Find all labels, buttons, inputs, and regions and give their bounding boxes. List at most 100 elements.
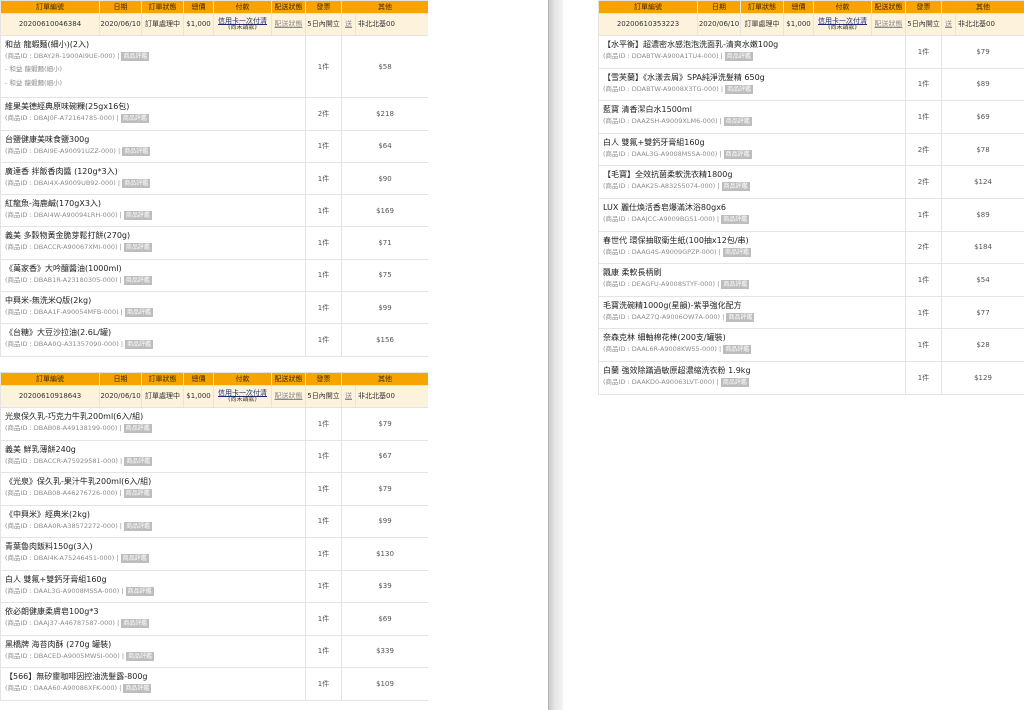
review-button[interactable]: 商品評鑑 — [723, 345, 752, 355]
send-link[interactable]: 送 — [945, 20, 952, 28]
review-button[interactable]: 商品評鑑 — [120, 554, 149, 563]
review-button[interactable]: 商品評鑑 — [723, 149, 752, 159]
shipping-status-link[interactable]: 配送狀態 — [875, 20, 903, 28]
product-name[interactable]: 台鹽健康美味食鹽300g — [5, 134, 301, 146]
review-button[interactable]: 商品評鑑 — [124, 308, 153, 318]
product-name[interactable]: 和益 龍蝦麵(細小)(2入) — [5, 39, 301, 51]
product-meta: (商品ID : DDABTW-A900A1TU4-000) | 商品評鑑 — [603, 51, 901, 62]
product-name[interactable]: 【毛寶】全效抗菌柔軟洗衣精1800g — [603, 169, 901, 181]
item-price: $99 — [341, 291, 428, 325]
product-name[interactable]: 藍寶 清香潔白水1500ml — [603, 104, 901, 116]
shipping-status-link[interactable]: 配送狀態 — [275, 392, 303, 400]
order-id[interactable]: 20200610918643 — [0, 385, 100, 408]
review-button[interactable]: 商品評鑑 — [123, 243, 152, 253]
product-name[interactable]: 《萬家香》大吟釀醬油(1000ml) — [5, 263, 301, 275]
column-header: 日期 — [697, 0, 741, 14]
order-item-row: 光泉保久乳-巧克力牛乳200ml(6入/組) (商品ID : DBAB08-A49… — [0, 407, 428, 441]
product-name[interactable]: 義美 多穀物黃金脆芽鬆打餅(270g) — [5, 230, 301, 242]
table-header-row: 訂單編號 日期 訂單狀態 總價 付款 配送狀態 發票 其他 — [598, 0, 1024, 14]
product-name[interactable]: 飄康 柔軟長柄刷 — [603, 267, 901, 279]
product-name[interactable]: 《光泉》保久乳-果汁牛乳200ml(6入/組) — [5, 476, 301, 488]
product-name[interactable]: 【水平衡】超濃密水感泡泡洗面乳-清爽水嫩100g — [603, 39, 901, 51]
item-quantity: 1件 — [305, 323, 342, 357]
right-page: 訂單編號 日期 訂單狀態 總價 付款 配送狀態 發票 其他 20200610353223 2020… — [598, 0, 1024, 400]
column-header: 配送狀態 — [871, 0, 906, 14]
column-header: 發票 — [305, 0, 342, 14]
review-button[interactable]: 商品評鑑 — [720, 377, 749, 387]
review-button[interactable]: 商品評鑑 — [724, 52, 753, 61]
review-button[interactable]: 商品評鑑 — [722, 247, 751, 257]
column-header: 其他 — [341, 0, 428, 14]
order-total: $1,000 — [183, 13, 214, 36]
product-id: (商品ID : DAAJCC-A9009BGS1-000) | — [603, 214, 720, 223]
review-button[interactable]: 商品評鑑 — [122, 146, 151, 156]
product-name[interactable]: 黑橋牌 海苔肉酥 (270g 罐裝) — [5, 639, 301, 651]
review-button[interactable]: 商品評鑑 — [123, 275, 152, 285]
product-meta: (商品ID : DBAI4K-A75246451-000) | 商品評鑑 — [5, 553, 301, 564]
product-name[interactable]: 《中興米》經典米(2kg) — [5, 509, 301, 521]
review-button[interactable]: 商品評鑑 — [725, 84, 754, 94]
column-header: 總價 — [783, 0, 814, 14]
review-button[interactable]: 商品評鑑 — [124, 456, 153, 466]
review-button[interactable]: 商品評鑑 — [124, 521, 153, 531]
review-button[interactable]: 商品評鑑 — [123, 684, 152, 693]
product-meta: (商品ID : DBAB08-A46276726-000) | 商品評鑑 — [5, 488, 301, 499]
send-link[interactable]: 送 — [345, 20, 352, 28]
product-meta: (商品ID : DAAZSH-A9009XLM6-000) | 商品評鑑 — [603, 116, 901, 127]
review-button[interactable]: 商品評鑑 — [721, 280, 750, 290]
review-button[interactable]: 商品評鑑 — [123, 424, 152, 433]
order-id[interactable]: 20200610353223 — [598, 13, 698, 36]
item-price: $58 — [341, 34, 428, 99]
product-name[interactable]: 【雪芙蘭】《水漾去屑》SPA純淨洗髮精 650g — [603, 72, 901, 84]
item-price: $71 — [341, 226, 428, 260]
product-name[interactable]: 依必朗健康柔膚皂100g*3 — [5, 606, 301, 618]
review-button[interactable]: 商品評鑑 — [120, 114, 149, 124]
review-button[interactable]: 商品評鑑 — [121, 619, 150, 628]
item-price: $54 — [941, 263, 1024, 297]
item-price: $79 — [341, 472, 428, 506]
review-button[interactable]: 商品評鑑 — [723, 117, 752, 127]
product-name[interactable]: 白人 雙氟+雙鈣牙膏組160g — [603, 137, 901, 149]
product-name[interactable]: LUX 麗仕煥活香皂爆滿沐浴80gx6 — [603, 202, 901, 214]
order-table: 訂單編號 日期 訂單狀態 總價 付款 配送狀態 發票 其他 20200610353223 2020… — [598, 0, 1024, 395]
product-name[interactable]: 【566】無矽靈咖啡因控油洗髮露-800g — [5, 671, 301, 683]
item-quantity: 1件 — [305, 194, 342, 228]
product-name[interactable]: 《台糖》大豆沙拉油(2.6L/罐) — [5, 327, 301, 339]
product-meta: (商品ID : DBACCR-A75929581-000) | 商品評鑑 — [5, 456, 301, 467]
review-button[interactable]: 商品評鑑 — [125, 340, 154, 350]
review-button[interactable]: 商品評鑑 — [121, 52, 150, 61]
review-button[interactable]: 商品評鑑 — [123, 211, 152, 221]
product-name[interactable]: 白人 雙氟+雙鈣牙膏組160g — [5, 574, 301, 586]
order-item-row: 《光泉》保久乳-果汁牛乳200ml(6入/組) (商品ID : DBAB08-A4… — [0, 472, 428, 506]
product-name[interactable]: 廣達香 拌飯香肉醬 (120g*3入) — [5, 166, 301, 178]
invoice-status: 5日內開立 — [305, 385, 342, 408]
shipping-status-link[interactable]: 配送狀態 — [275, 20, 303, 28]
review-button[interactable]: 商品評鑑 — [126, 651, 155, 661]
review-button[interactable]: 商品評鑑 — [726, 312, 755, 322]
product-name[interactable]: 青葉魯肉飯料150g(3入) — [5, 541, 301, 553]
product-name[interactable]: 春世代 環保抽取衛生紙(100抽x12包/串) — [603, 235, 901, 247]
product-name[interactable]: 維果美德經典原味碗粿(25gx16包) — [5, 101, 301, 113]
product-name[interactable]: 義美 鮮乳薄餅240g — [5, 444, 301, 456]
review-button[interactable]: 商品評鑑 — [721, 214, 750, 224]
order-id[interactable]: 20200610046384 — [0, 13, 100, 36]
order-item-row: 毛寶洗碗精1000g(星韻)-紫爭強化配方 (商品ID : DAAZ7Q-A900… — [598, 295, 1024, 330]
product-name[interactable]: 紅龍魚-海鹿鹹(170gX3入) — [5, 198, 301, 210]
review-button[interactable]: 商品評鑑 — [125, 586, 154, 596]
product-name[interactable]: 光泉保久乳-巧克力牛乳200ml(6入/組) — [5, 411, 301, 423]
send-link[interactable]: 送 — [345, 392, 352, 400]
item-quantity: 1件 — [905, 263, 942, 297]
product-name[interactable]: 白蘭 強效除蹣過敏原超濃縮洗衣粉 1.9kg — [603, 365, 901, 377]
product-name[interactable]: 中興米-無洗米Q版(2kg) — [5, 295, 301, 307]
review-button[interactable]: 商品評鑑 — [123, 489, 152, 498]
review-button[interactable]: 商品評鑑 — [721, 182, 750, 192]
order-summary-row: 20200610046384 2020/06/10 訂單處理中 $1,000 信用卡一次… — [0, 13, 428, 36]
product-cell: LUX 麗仕煥活香皂爆滿沐浴80gx6 (商品ID : DAAJCC-A9009B… — [598, 197, 906, 232]
item-quantity: 1件 — [305, 291, 342, 325]
review-button[interactable]: 商品評鑑 — [122, 178, 151, 188]
order-item-row: 【毛寶】全效抗菌柔軟洗衣精1800g (商品ID : DAAK25-A832550… — [598, 165, 1024, 199]
product-name[interactable]: 奈森克林 細軸棉花棒(200支/罐裝) — [603, 332, 901, 344]
order-item-row: 維果美德經典原味碗粿(25gx16包) (商品ID : DBAJ0F-A72164… — [0, 97, 428, 131]
product-name[interactable]: 毛寶洗碗精1000g(星韻)-紫爭強化配方 — [603, 300, 901, 312]
bundle-sub-item: - 和益 龍蝦麵(細小) — [5, 79, 63, 87]
